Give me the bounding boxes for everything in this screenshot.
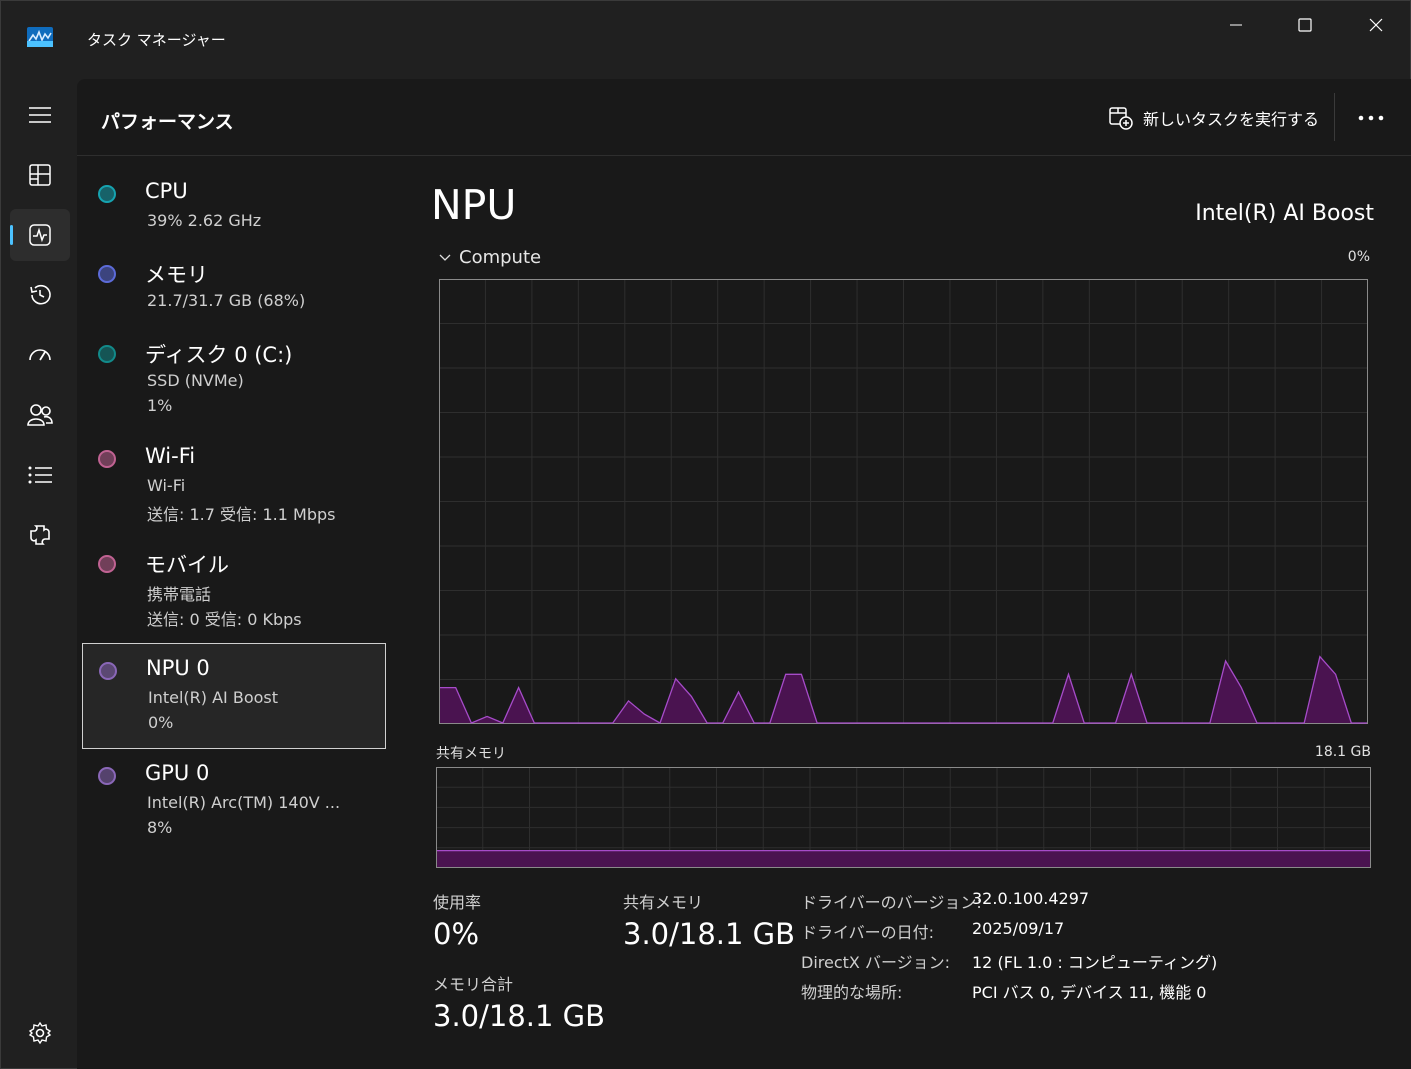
status-dot xyxy=(98,555,116,573)
device-detail: 0% xyxy=(148,713,174,732)
device-detail: 携帯電話 xyxy=(147,585,212,604)
status-dot xyxy=(98,345,116,363)
users-icon xyxy=(27,404,53,426)
shared-memory-graph-max: 18.1 GB xyxy=(1314,744,1371,760)
physical-location-label: 物理的な場所: xyxy=(801,983,903,1002)
chevron-down-icon xyxy=(439,254,451,261)
minimize-button[interactable] xyxy=(1208,9,1264,41)
driver-date-label: ドライバーの日付: xyxy=(801,923,935,942)
device-detail: 39% 2.62 GHz xyxy=(147,211,262,230)
usage-value: 0% xyxy=(433,917,480,951)
device-detail: 送信: 1.7 受信: 1.1 Mbps xyxy=(147,505,336,524)
window-title: タスク マネージャー xyxy=(87,31,226,49)
details-icon xyxy=(28,466,52,484)
compute-engine-dropdown[interactable]: Compute xyxy=(439,247,541,268)
nav-performance[interactable] xyxy=(10,209,70,261)
driver-version-label: ドライバーのバージョン: xyxy=(801,893,982,912)
device-detail: SSD (NVMe) xyxy=(147,371,244,390)
device-detail: Intel(R) AI Boost xyxy=(148,688,279,707)
device-name: ディスク 0 (C:) xyxy=(145,343,293,367)
device-name: Wi-Fi xyxy=(145,444,196,468)
device-model: Intel(R) AI Boost xyxy=(1195,201,1374,226)
page-title: パフォーマンス xyxy=(101,111,234,133)
shared-memory-graph-label: 共有メモリ xyxy=(436,746,506,762)
driver-date-value: 2025/09/17 xyxy=(972,919,1065,938)
status-dot xyxy=(99,662,117,680)
nav-app-history[interactable] xyxy=(10,269,70,321)
device-title: NPU xyxy=(431,181,517,229)
status-dot xyxy=(98,265,116,283)
close-button[interactable] xyxy=(1348,9,1404,41)
task-manager-app-icon xyxy=(27,27,53,47)
directx-version-value: 12 (FL 1.0 : コンピューティング) xyxy=(972,953,1218,972)
shared-memory-value: 3.0/18.1 GB xyxy=(623,917,796,951)
device-item-cpu[interactable]: CPU 39% 2.62 GHz xyxy=(82,167,386,245)
compute-label: Compute xyxy=(459,247,542,268)
run-new-task-icon xyxy=(1109,107,1133,130)
nav-services[interactable] xyxy=(10,509,70,561)
performance-icon xyxy=(29,224,51,246)
active-indicator xyxy=(10,225,13,245)
total-memory-label: メモリ合計 xyxy=(433,975,514,994)
device-detail: Wi-Fi xyxy=(147,476,186,495)
device-item-mobile[interactable]: モバイル 携帯電話 送信: 0 受信: 0 Kbps xyxy=(82,537,386,637)
nav-startup-apps[interactable] xyxy=(10,329,70,381)
navigation-rail xyxy=(1,79,77,1069)
more-options-icon xyxy=(1358,115,1384,121)
physical-location-value: PCI バス 0, デバイス 11, 機能 0 xyxy=(972,983,1207,1002)
directx-version-label: DirectX バージョン: xyxy=(801,953,951,972)
device-detail: 21.7/31.7 GB (68%) xyxy=(147,291,306,310)
run-new-task-label: 新しいタスクを実行する xyxy=(1143,110,1320,129)
device-name: CPU xyxy=(145,179,188,203)
shared-memory-graph xyxy=(436,767,1371,868)
usage-label: 使用率 xyxy=(433,893,482,912)
status-dot xyxy=(98,450,116,468)
hamburger-menu-button[interactable] xyxy=(10,89,70,141)
device-item-npu[interactable]: NPU 0 Intel(R) AI Boost 0% xyxy=(82,643,386,749)
services-icon xyxy=(30,525,50,545)
device-detail: 送信: 0 受信: 0 Kbps xyxy=(147,610,302,629)
device-name: GPU 0 xyxy=(145,761,210,785)
nav-settings[interactable] xyxy=(10,1007,70,1059)
total-memory-value: 3.0/18.1 GB xyxy=(433,999,606,1033)
device-detail: Intel(R) Arc(TM) 140V ... xyxy=(147,793,341,812)
compute-max-label: 0% xyxy=(1347,249,1370,265)
title-bar: タスク マネージャー xyxy=(1,1,1411,79)
device-item-wifi[interactable]: Wi-Fi Wi-Fi 送信: 1.7 受信: 1.1 Mbps xyxy=(82,432,386,532)
page-header: パフォーマンス 新しいタスクを実行する xyxy=(77,79,1411,156)
task-manager-window: タスク マネージャー パフォーマンス 新しいタスクを実行する CPU 39% 2… xyxy=(0,0,1411,1069)
device-name: モバイル xyxy=(145,553,229,577)
device-detail: 1% xyxy=(147,396,173,415)
run-new-task-button[interactable]: 新しいタスクを実行する xyxy=(1109,103,1319,133)
shared-memory-label: 共有メモリ xyxy=(623,893,704,912)
device-item-gpu[interactable]: GPU 0 Intel(R) Arc(TM) 140V ... 8% xyxy=(82,753,386,853)
device-name: メモリ xyxy=(145,263,208,287)
settings-icon xyxy=(28,1021,52,1045)
maximize-icon xyxy=(1298,18,1312,32)
nav-processes[interactable] xyxy=(10,149,70,201)
app-history-icon xyxy=(30,284,51,305)
device-item-disk[interactable]: ディスク 0 (C:) SSD (NVMe) 1% xyxy=(82,327,386,427)
close-icon xyxy=(1369,18,1383,32)
nav-users[interactable] xyxy=(10,389,70,441)
processes-icon xyxy=(29,164,51,186)
device-name: NPU 0 xyxy=(146,656,210,680)
nav-details[interactable] xyxy=(10,449,70,501)
driver-version-value: 32.0.100.4297 xyxy=(972,889,1090,908)
hamburger-menu-icon xyxy=(29,107,51,123)
content-area: パフォーマンス 新しいタスクを実行する CPU 39% 2.62 GHz メモリ… xyxy=(77,79,1411,1069)
device-item-memory[interactable]: メモリ 21.7/31.7 GB (68%) xyxy=(82,247,386,325)
minimize-icon xyxy=(1230,24,1242,26)
maximize-button[interactable] xyxy=(1277,9,1333,41)
compute-usage-graph xyxy=(439,279,1368,724)
shared-memory-area xyxy=(437,850,1370,867)
status-dot xyxy=(98,767,116,785)
status-dot xyxy=(98,185,116,203)
startup-apps-icon xyxy=(29,349,51,361)
more-options-button[interactable] xyxy=(1353,103,1389,133)
device-detail: 8% xyxy=(147,818,173,837)
header-divider xyxy=(1334,93,1335,141)
